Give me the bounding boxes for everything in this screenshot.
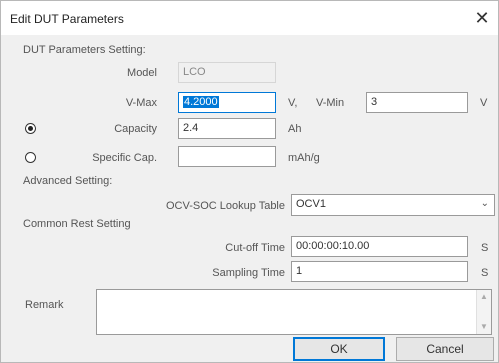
- vmax-unit: V,: [288, 97, 298, 109]
- remark-textarea[interactable]: ▲ ▼: [96, 289, 492, 335]
- window-title: Edit DUT Parameters: [10, 12, 124, 26]
- remark-scrollbar[interactable]: ▲ ▼: [476, 290, 491, 334]
- vmin-label: V-Min: [316, 97, 345, 109]
- vmax-input[interactable]: 4.2000: [178, 92, 276, 113]
- ocv-table-value: OCV1: [296, 198, 326, 210]
- section-dut-parameters: DUT Parameters Setting:: [23, 44, 146, 56]
- vmax-label: V-Max: [125, 97, 157, 109]
- ocv-table-select[interactable]: OCV1 ⌄: [291, 194, 495, 216]
- specific-cap-label: Specific Cap.: [92, 152, 157, 164]
- specific-cap-input[interactable]: [178, 146, 276, 167]
- sampling-time-unit: S: [481, 267, 489, 279]
- ocv-table-label: OCV-SOC Lookup Table: [165, 200, 285, 212]
- cutoff-time-unit: S: [481, 242, 489, 254]
- vmax-value: 4.2000: [183, 96, 219, 108]
- edit-dut-dialog: Edit DUT Parameters ✕ DUT Parameters Set…: [0, 0, 499, 363]
- capacity-input[interactable]: 2.4: [178, 118, 276, 139]
- scroll-up-icon[interactable]: ▲: [477, 290, 491, 304]
- capacity-radio[interactable]: [25, 123, 36, 134]
- model-field: LCO: [178, 62, 276, 83]
- section-advanced: Advanced Setting:: [23, 175, 113, 187]
- specific-cap-unit: mAh/g: [288, 152, 320, 164]
- vmin-unit: V: [480, 97, 488, 109]
- sampling-time-input[interactable]: 1: [291, 261, 468, 282]
- specific-cap-radio[interactable]: [25, 152, 36, 163]
- cutoff-time-label: Cut-off Time: [225, 242, 285, 254]
- title-bar: Edit DUT Parameters ✕: [1, 1, 498, 35]
- close-icon[interactable]: ✕: [471, 7, 493, 29]
- scroll-down-icon[interactable]: ▼: [477, 320, 491, 334]
- model-label: Model: [127, 67, 157, 79]
- capacity-label: Capacity: [114, 123, 157, 135]
- section-common-rest: Common Rest Setting: [23, 218, 131, 230]
- ok-button[interactable]: OK: [293, 337, 385, 361]
- radio-selected-dot: [28, 126, 33, 131]
- capacity-unit: Ah: [288, 123, 302, 135]
- vmin-input[interactable]: 3: [366, 92, 468, 113]
- chevron-down-icon: ⌄: [480, 198, 489, 209]
- cancel-button[interactable]: Cancel: [396, 337, 494, 361]
- cutoff-time-input[interactable]: 00:00:00:10.00: [291, 236, 468, 257]
- remark-label: Remark: [25, 299, 64, 311]
- sampling-time-label: Sampling Time: [212, 267, 285, 279]
